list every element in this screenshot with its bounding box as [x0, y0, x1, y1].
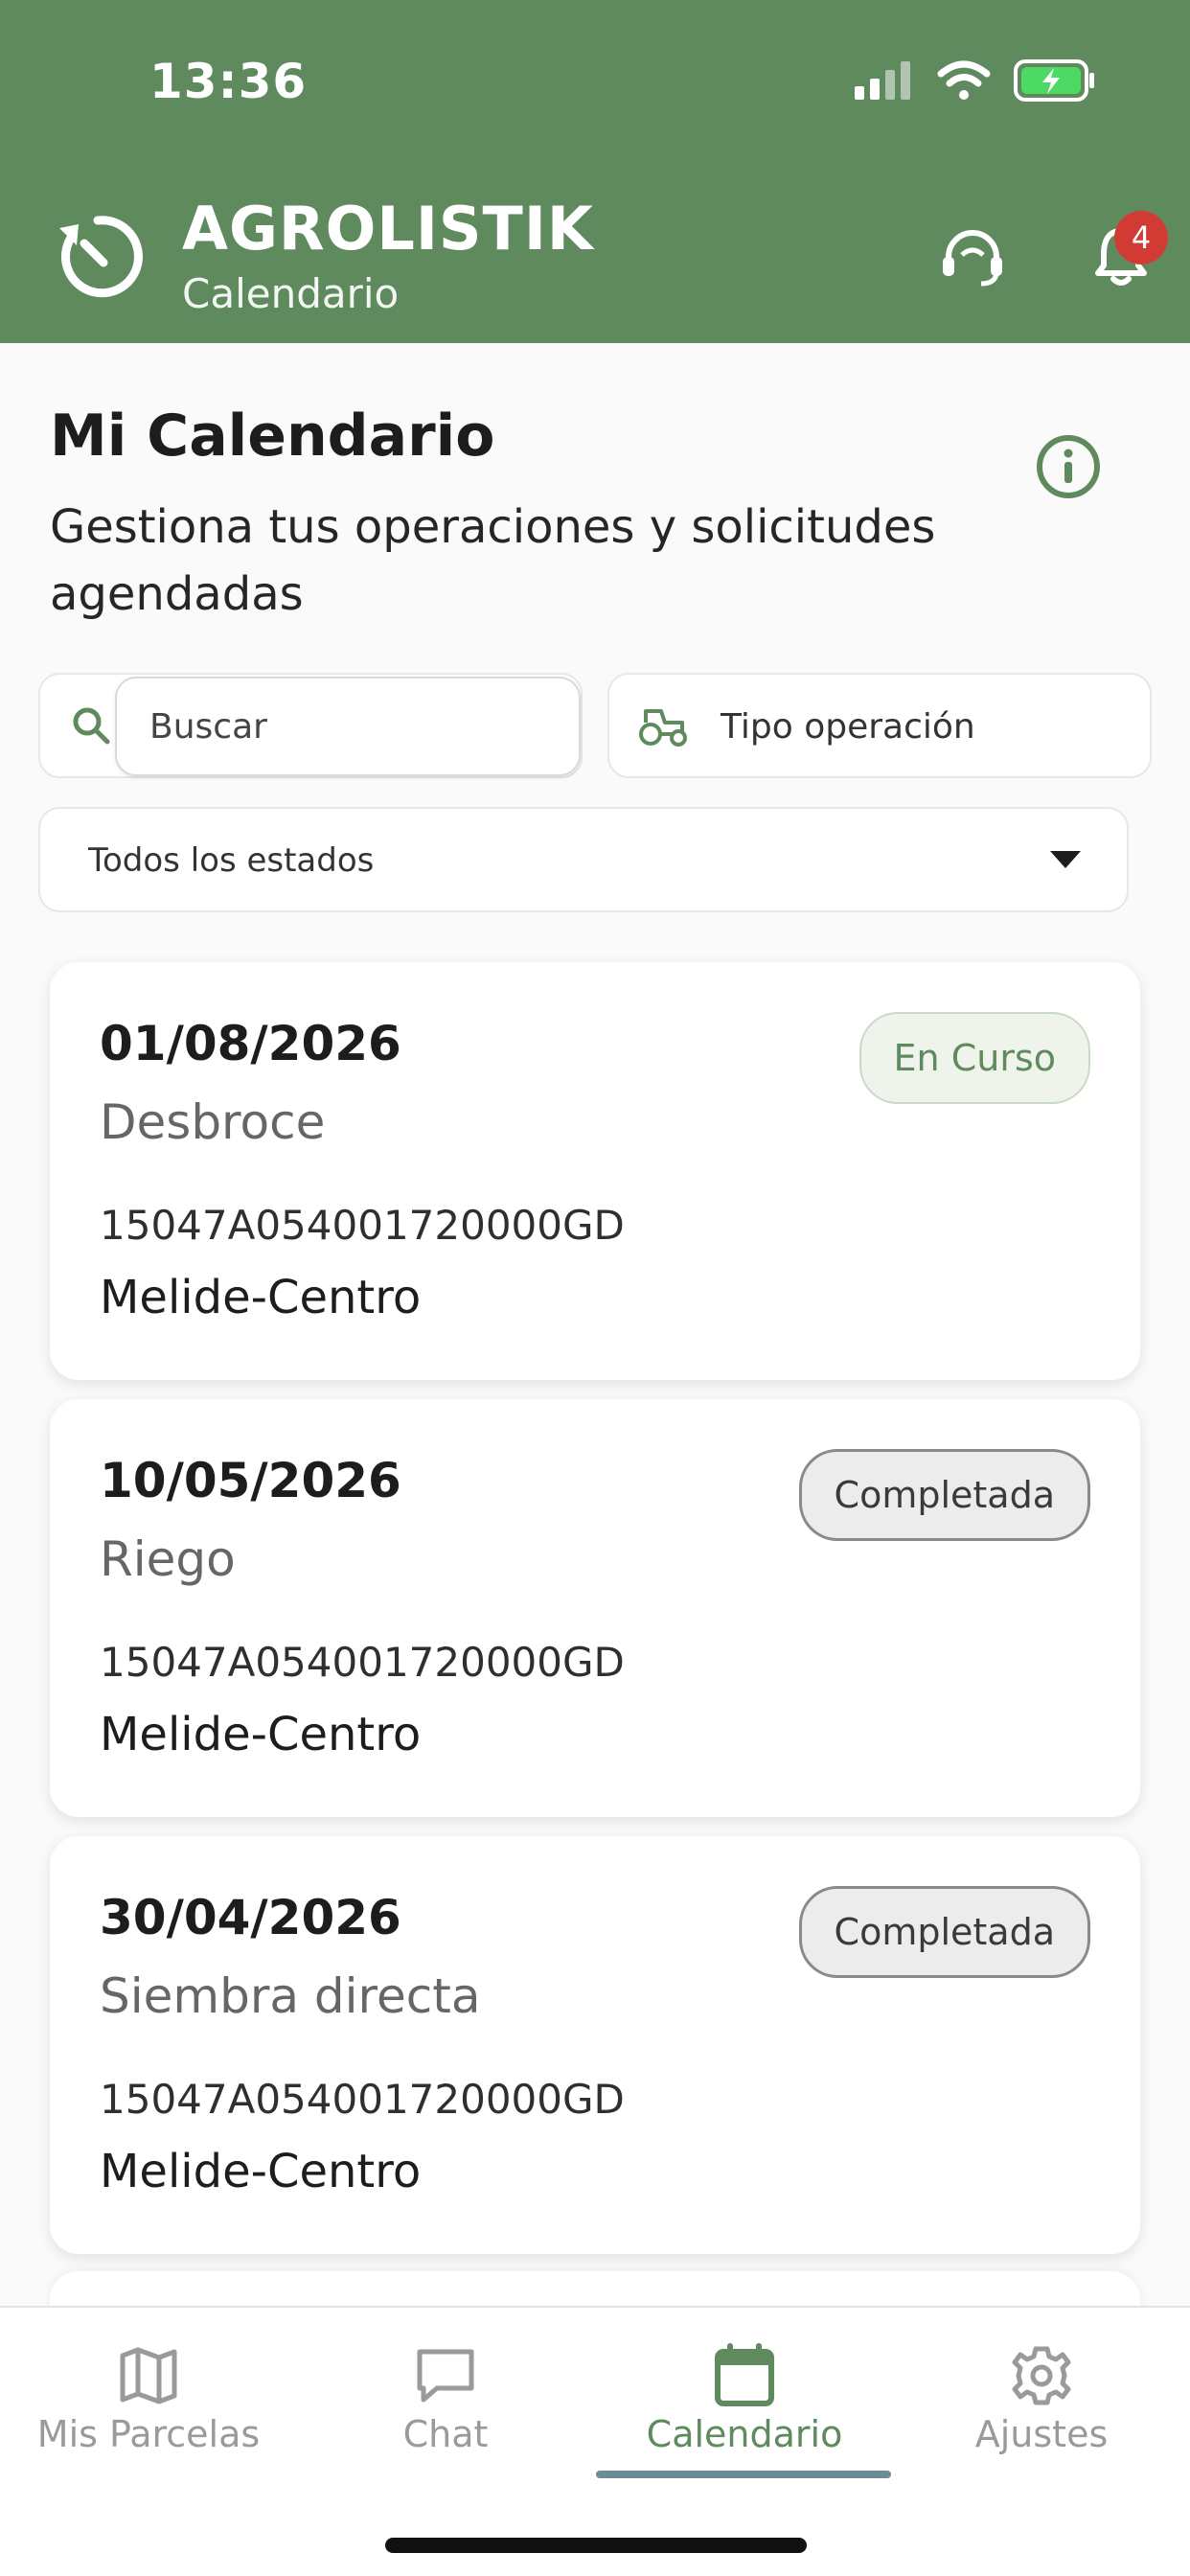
operation-type-label: Tipo operación — [721, 707, 975, 747]
notification-badge: 4 — [1114, 211, 1168, 264]
operation-date: 10/05/2026 — [100, 1453, 401, 1508]
operation-card[interactable]: 30/04/2026 Siembra directa 15047A0540017… — [50, 1836, 1140, 2254]
search-input[interactable] — [115, 677, 581, 776]
headset-icon — [943, 230, 1002, 287]
page-subtitle: Gestiona tus operaciones y solicitudes a… — [50, 500, 936, 621]
battery-icon — [1014, 59, 1094, 102]
parcel-place: Melide-Centro — [100, 1271, 422, 1324]
nav-label: Ajustes — [974, 2413, 1109, 2455]
nav-label: Chat — [402, 2413, 489, 2455]
active-tab-indicator — [596, 2471, 891, 2478]
support-button[interactable] — [934, 218, 1011, 295]
gear-icon — [1012, 2346, 1071, 2405]
signal-icon — [855, 61, 910, 100]
status-badge: Completada — [798, 1886, 1090, 1978]
nav-item-chat[interactable]: Chat — [297, 2308, 594, 2499]
logo-icon — [59, 216, 143, 298]
page-title: Mi Calendario — [50, 402, 495, 470]
map-icon — [120, 2347, 177, 2404]
bottom-nav: Mis Parcelas Chat Calendario Ajustes — [0, 2306, 1190, 2576]
app-section: Calendario — [182, 270, 400, 317]
home-indicator — [385, 2538, 807, 2553]
operation-type: Desbroce — [100, 1094, 326, 1150]
status-icons — [855, 59, 1096, 102]
nav-label: Calendario — [646, 2413, 843, 2455]
search-box — [38, 673, 583, 778]
status-time: 13:36 — [149, 54, 308, 109]
app-title: AGROLISTIK — [182, 194, 594, 264]
operation-type: Riego — [100, 1531, 236, 1587]
status-badge: Completada — [798, 1449, 1090, 1541]
operation-date: 30/04/2026 — [100, 1890, 401, 1945]
operation-card[interactable]: 01/08/2026 Desbroce 15047A054001720000GD… — [50, 962, 1140, 1380]
tractor-icon — [639, 709, 687, 747]
nav-item-mis-parcelas[interactable]: Mis Parcelas — [0, 2308, 297, 2499]
operation-date: 01/08/2026 — [100, 1016, 401, 1071]
status-badge: En Curso — [858, 1012, 1090, 1104]
parcel-place: Melide-Centro — [100, 1708, 422, 1761]
parcel-reference: 15047A054001720000GD — [100, 1202, 625, 1249]
operation-type: Siembra directa — [100, 1968, 481, 2024]
chat-icon — [417, 2349, 474, 2403]
status-filter-value: Todos los estados — [88, 841, 375, 880]
parcel-reference: 15047A054001720000GD — [100, 1639, 625, 1686]
calendar-icon — [715, 2343, 774, 2406]
search-icon — [73, 707, 110, 745]
status-filter-select[interactable]: Todos los estados — [38, 807, 1129, 912]
nav-label: Mis Parcelas — [36, 2413, 261, 2455]
info-icon[interactable] — [1035, 433, 1102, 500]
app-header: 13:36 AGROLISTIK Calendario 4 — [0, 0, 1190, 343]
operation-card[interactable]: 10/05/2026 Riego 15047A054001720000GD Me… — [50, 1399, 1140, 1817]
wifi-icon — [937, 60, 991, 100]
operation-type-filter[interactable]: Tipo operación — [607, 673, 1152, 778]
nav-item-ajustes[interactable]: Ajustes — [893, 2308, 1190, 2499]
parcel-reference: 15047A054001720000GD — [100, 2076, 625, 2123]
caret-down-icon — [1050, 851, 1081, 868]
parcel-place: Melide-Centro — [100, 2145, 422, 2198]
